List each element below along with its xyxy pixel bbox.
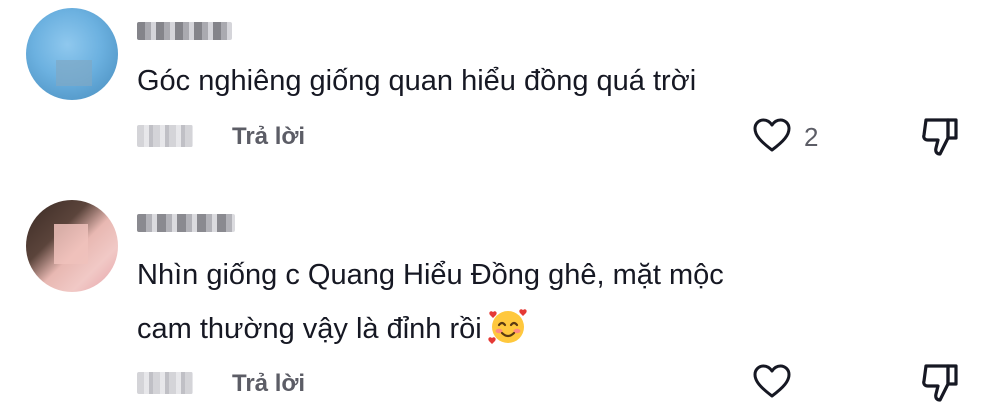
avatar[interactable] — [26, 200, 118, 292]
comment-text-line-2: cam thường vậy là đỉnh rồi — [137, 302, 724, 356]
avatar[interactable] — [26, 8, 118, 100]
reply-button[interactable]: Trả lời — [232, 369, 305, 399]
comment-text: Góc nghiêng giống quan hiểu đồng quá trờ… — [137, 65, 697, 97]
like-count: 2 — [804, 122, 819, 152]
comment-text-line-1: Nhìn giống c Quang Hiểu Đồng ghê, mặt mộ… — [137, 259, 724, 291]
thumbs-down-icon[interactable] — [918, 114, 964, 160]
username-blurred[interactable] — [137, 22, 232, 40]
thumbs-down-icon[interactable] — [918, 360, 964, 406]
comment-date-blurred — [137, 372, 193, 394]
reply-button[interactable]: Trả lời — [232, 122, 305, 152]
heart-icon[interactable] — [752, 362, 792, 402]
heart-icon[interactable] — [752, 116, 792, 156]
comment-date-blurred — [137, 125, 193, 147]
comment-text: Nhìn giống c Quang Hiểu Đồng ghê, mặt mộ… — [137, 248, 724, 356]
username-blurred[interactable] — [137, 214, 235, 232]
smiling-face-with-hearts-icon — [488, 306, 528, 346]
